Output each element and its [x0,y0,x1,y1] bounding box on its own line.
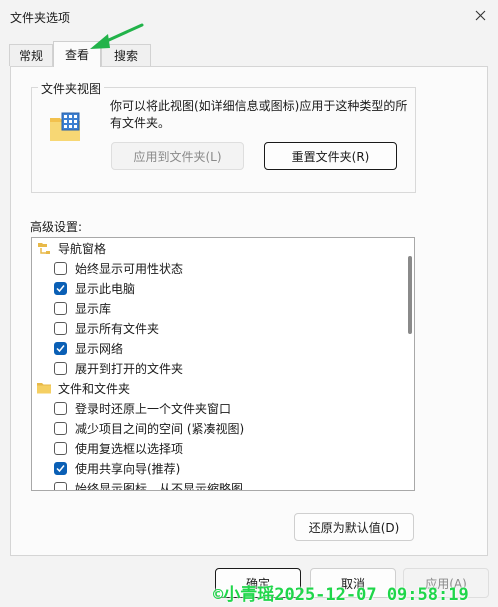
option-label: 显示库 [75,301,112,316]
option-label: 显示所有文件夹 [75,321,160,336]
option-label: 登录时还原上一个文件夹窗口 [75,401,232,416]
folder-views-description: 你可以将此视图(如详细信息或图标)应用于这种类型的所有文件夹。 [110,99,408,130]
folder-options-dialog: 文件夹选项 常规 查看 搜索 文件夹视图 你可以将此视图(如详细信息或图标)应用… [0,0,498,607]
checkbox[interactable] [54,341,67,355]
option-expand-to-open-folder[interactable]: 展开到打开的文件夹 [54,358,183,378]
checkbox[interactable] [54,401,67,415]
green-arrow-annotation [90,23,144,49]
option-label: 使用共享向导(推荐) [75,461,181,476]
option-show-libraries[interactable]: 显示库 [54,298,111,318]
checkbox[interactable] [54,481,67,490]
tree-category-navigation-pane[interactable]: 导航窗格 [36,238,106,258]
checkbox[interactable] [54,441,67,455]
scrollbar-thumb[interactable] [408,256,412,334]
tab-label: 常规 [18,49,43,63]
title-bar: 文件夹选项 [0,0,498,32]
close-icon [475,10,485,20]
option-label: 减少项目之间的空间 (紧凑视图) [75,421,245,436]
checkbox[interactable] [54,261,67,275]
restore-defaults-button[interactable]: 还原为默认值(D) [294,513,414,541]
watermark: ©小青瑶2025-12-07 09:58:19 [213,585,469,605]
option-label: 始终显示可用性状态 [75,261,184,276]
close-button[interactable] [468,4,492,26]
advanced-settings-label: 高级设置: [30,220,83,234]
option-always-show-icons[interactable]: 始终显示图标，从不显示缩略图 [54,478,244,491]
option-show-network[interactable]: 显示网络 [54,338,123,358]
check-icon [56,464,65,472]
navigation-pane-icon [36,240,52,256]
category-label: 文件和文件夹 [58,381,131,396]
view-tab-panel: 文件夹视图 你可以将此视图(如详细信息或图标)应用于这种类型的所有文件夹。 应用… [10,66,488,556]
tab-general[interactable]: 常规 [9,44,53,66]
option-use-checkboxes[interactable]: 使用复选框以选择项 [54,438,183,458]
checkbox[interactable] [54,301,67,315]
option-label: 显示此电脑 [75,281,136,296]
option-sharing-wizard[interactable]: 使用共享向导(推荐) [54,458,180,478]
option-always-show-availability[interactable]: 始终显示可用性状态 [54,258,183,278]
folder-icon [36,380,52,396]
option-label: 显示网络 [75,341,124,356]
reset-folders-button[interactable]: 重置文件夹(R) [264,142,397,170]
advanced-settings-tree[interactable]: 导航窗格 始终显示可用性状态 显示此电脑 显示库 显示所有文件夹 显示网络 展开… [31,237,415,491]
option-show-this-pc[interactable]: 显示此电脑 [54,278,135,298]
apply-to-folders-button[interactable]: 应用到文件夹(L) [111,142,244,170]
check-icon [56,344,65,352]
checkbox[interactable] [54,421,67,435]
category-label: 导航窗格 [58,241,107,256]
checkbox[interactable] [54,461,67,475]
check-icon [56,284,65,292]
folder-views-title: 文件夹视图 [38,80,105,97]
option-label: 使用复选框以选择项 [75,441,184,456]
option-label: 始终显示图标，从不显示缩略图 [75,481,244,491]
option-compact-view[interactable]: 减少项目之间的空间 (紧凑视图) [54,418,244,438]
tree-category-files-and-folders[interactable]: 文件和文件夹 [36,378,130,398]
folder-view-icon [50,112,80,141]
option-show-all-folders[interactable]: 显示所有文件夹 [54,318,159,338]
option-restore-previous-windows[interactable]: 登录时还原上一个文件夹窗口 [54,398,231,418]
checkbox[interactable] [54,361,67,375]
folder-views-group: 文件夹视图 你可以将此视图(如详细信息或图标)应用于这种类型的所有文件夹。 应用… [31,80,416,193]
window-title: 文件夹选项 [10,11,71,25]
checkbox[interactable] [54,321,67,335]
checkbox[interactable] [54,281,67,295]
option-label: 展开到打开的文件夹 [75,361,184,376]
